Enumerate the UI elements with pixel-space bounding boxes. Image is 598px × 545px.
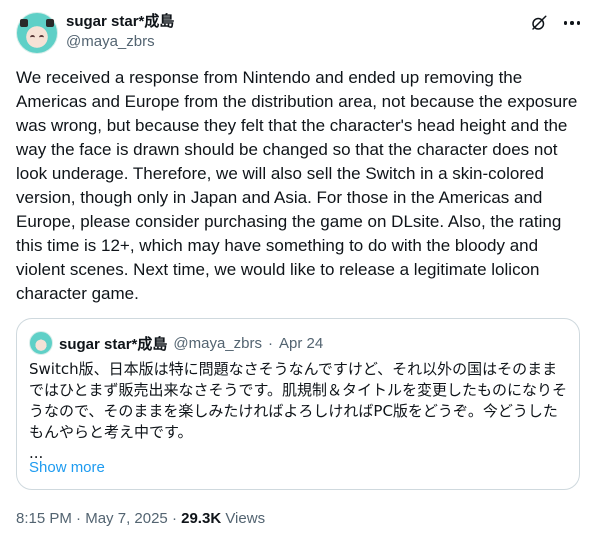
quoted-text-line: もんやらと考え中です。	[29, 423, 193, 441]
footer-separator: ·	[171, 510, 177, 527]
quoted-tweet-header: sugar star*成島 @maya_zbrs · Apr 24	[29, 331, 323, 355]
tweet-time[interactable]: 8:15 PM	[16, 510, 72, 527]
tweet: sugar star*成島 @maya_zbrs We received a r…	[0, 0, 598, 545]
views-label: Views	[225, 510, 266, 527]
quoted-tweet[interactable]: sugar star*成島 @maya_zbrs · Apr 24 Switch…	[16, 318, 580, 490]
avatar-ribbon-left	[20, 19, 28, 27]
quoted-avatar	[29, 331, 53, 355]
avatar[interactable]	[16, 12, 58, 54]
tweet-actions-top	[530, 12, 583, 34]
tweet-footer: 8:15 PM · May 7, 2025 · 29.3K Views	[16, 510, 265, 527]
avatar-eye-left	[30, 35, 35, 40]
quoted-text-line: うなので、そのままを楽しみたければよろしければPC版をどうぞ。今どうした	[29, 402, 558, 420]
tweet-text: We received a response from Nintendo and…	[16, 68, 578, 303]
avatar-ribbon-right	[46, 19, 54, 27]
footer-separator: ·	[76, 510, 82, 527]
quoted-text-line: ...	[29, 444, 44, 462]
quoted-text-line: ではひとまず販売出来なさそうです。肌規制＆タイトルを変更したものになりそ	[29, 381, 568, 399]
author-names: sugar star*成島 @maya_zbrs	[66, 12, 174, 52]
author-handle[interactable]: @maya_zbrs	[66, 32, 174, 52]
tweet-header: sugar star*成島 @maya_zbrs	[16, 12, 582, 54]
quoted-text-line: Switch版、日本版は特に問題なさそうなんですけど、それ以外の国はそのまま	[29, 360, 558, 378]
quoted-display-name: sugar star*成島	[59, 335, 168, 353]
show-more-link[interactable]: Show more	[29, 459, 105, 476]
quoted-separator: ·	[267, 334, 273, 352]
tweet-date[interactable]: May 7, 2025	[85, 510, 168, 527]
grok-icon[interactable]	[530, 14, 548, 32]
avatar-eye-right	[39, 35, 44, 40]
more-icon[interactable]	[562, 13, 583, 33]
quoted-text: Switch版、日本版は特に問題なさそうなんですけど、それ以外の国はそのまま で…	[29, 359, 569, 464]
author-display-name[interactable]: sugar star*成島	[66, 12, 174, 32]
quoted-handle: @maya_zbrs	[173, 334, 262, 352]
quoted-date: Apr 24	[278, 334, 324, 352]
views-count: 29.3K	[181, 510, 222, 527]
